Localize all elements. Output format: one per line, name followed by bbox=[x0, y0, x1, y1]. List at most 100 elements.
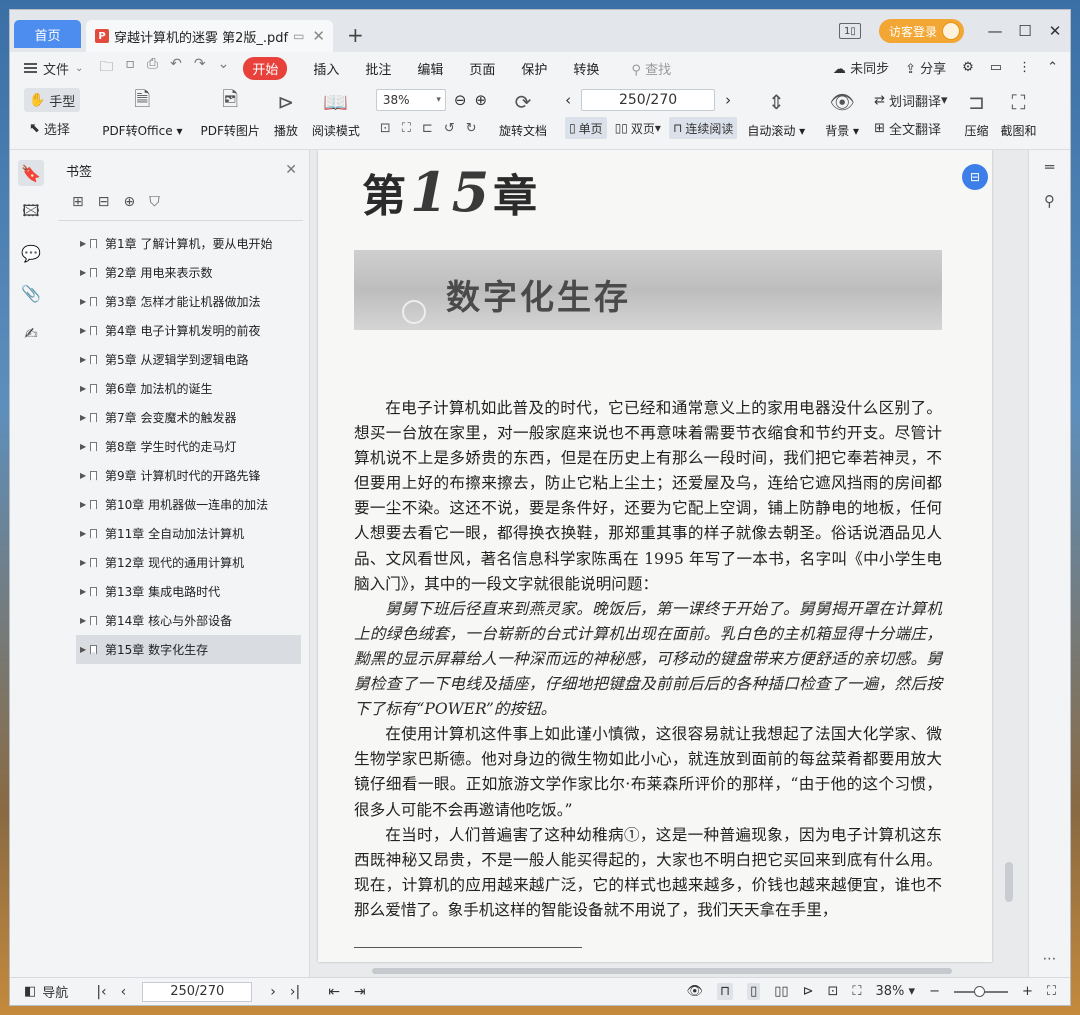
background-button[interactable]: 👁 背景 ▾ bbox=[825, 88, 859, 139]
collapse-all-icon[interactable]: ⊟ bbox=[98, 194, 110, 210]
fit-page-icon[interactable]: ⛶ bbox=[852, 984, 861, 999]
document-view[interactable]: 第15章 数字化生存 在电子计算机如此普及的时代，它已经和通常意义上的家用电器没… bbox=[310, 150, 1028, 977]
share-button[interactable]: ⇪ 分享 bbox=[905, 58, 946, 77]
zoom-slider[interactable] bbox=[953, 985, 1008, 997]
bookmark-item[interactable]: ▶ 第13章 集成电路时代 bbox=[76, 577, 301, 606]
bookmark-item[interactable]: ▶ 第5章 从逻辑学到逻辑电路 bbox=[76, 345, 301, 374]
collapse-ribbon-icon[interactable]: ⌃ bbox=[1047, 60, 1058, 75]
expand-arrow-icon[interactable]: ▶ bbox=[80, 239, 90, 248]
signature-icon[interactable]: ✍ bbox=[18, 320, 44, 346]
expand-arrow-icon[interactable]: ▶ bbox=[80, 616, 90, 625]
hand-tool-button[interactable]: ✋ 手型 bbox=[24, 88, 81, 112]
search-menu[interactable]: ⚲ 查找 bbox=[631, 59, 671, 78]
zoom-out-icon[interactable]: ⊖ bbox=[454, 91, 467, 109]
minimize-button[interactable]: — bbox=[980, 22, 1010, 40]
add-bookmark-icon[interactable]: ⊕ bbox=[123, 194, 135, 210]
close-icon[interactable]: ✕ bbox=[285, 162, 297, 178]
play-button[interactable]: ⊳ 播放 bbox=[274, 88, 298, 139]
full-translate-button[interactable]: ⊞ 全文翻译 bbox=[869, 116, 952, 140]
save-icon[interactable]: ▫ bbox=[125, 56, 135, 80]
bookmark-item[interactable]: ▶ 第1章 了解计算机，要从电开始 bbox=[76, 229, 301, 258]
zoom-out-button[interactable]: − bbox=[929, 984, 940, 999]
dropdown-icon[interactable]: ⌄ bbox=[218, 56, 230, 80]
expand-arrow-icon[interactable]: ▶ bbox=[80, 413, 90, 422]
pdf-to-office-button[interactable]: 🗎 PDF转Office ▾ bbox=[102, 87, 182, 139]
compress-button[interactable]: ⊐ 压缩 bbox=[965, 88, 989, 139]
fit-width-icon[interactable]: ⊏ bbox=[422, 121, 433, 136]
forward-icon[interactable]: ⇥ bbox=[354, 984, 366, 1000]
bookmark-item[interactable]: ▶ 第6章 加法机的诞生 bbox=[76, 374, 301, 403]
redo-icon[interactable]: ↷ bbox=[194, 56, 206, 80]
zoom-slider-knob[interactable] bbox=[973, 985, 985, 997]
expand-arrow-icon[interactable]: ▶ bbox=[80, 529, 90, 538]
expand-arrow-icon[interactable]: ▶ bbox=[80, 297, 90, 306]
sync-status[interactable]: ☁ 未同步 bbox=[833, 58, 889, 77]
horizontal-scrollbar[interactable] bbox=[314, 967, 1010, 975]
rotate-right-icon[interactable]: ↻ bbox=[466, 121, 477, 136]
guest-login-button[interactable]: 访客登录 bbox=[878, 19, 964, 43]
zoom-level[interactable]: 38% ▾ bbox=[876, 984, 916, 999]
bookmark-item[interactable]: ▶ 第9章 计算机时代的开路先锋 bbox=[76, 461, 301, 490]
comment-panel-icon[interactable]: 💬 bbox=[18, 240, 44, 266]
maximize-button[interactable]: ☐ bbox=[1010, 22, 1040, 40]
floating-tool-button[interactable]: ⊟ bbox=[962, 164, 988, 190]
actual-size-icon[interactable]: ⊡ bbox=[380, 121, 391, 136]
tab-document[interactable]: P 穿越计算机的迷雾 第2版_.pdf ▭ ✕ bbox=[86, 20, 333, 52]
scroll-thumb[interactable] bbox=[372, 968, 952, 974]
more-vertical-icon[interactable]: ⋮ bbox=[1018, 60, 1031, 75]
select-tool-button[interactable]: ⬉ 选择 bbox=[24, 116, 80, 140]
bookmark-item[interactable]: ▶ 第14章 核心与外部设备 bbox=[76, 606, 301, 635]
navigation-toggle[interactable]: ◧ 导航 bbox=[24, 982, 68, 1001]
eye-icon[interactable]: 👁 bbox=[686, 984, 703, 999]
rotate-left-icon[interactable]: ↺ bbox=[444, 121, 455, 136]
expand-arrow-icon[interactable]: ▶ bbox=[80, 471, 90, 480]
zoom-in-button[interactable]: + bbox=[1022, 984, 1033, 999]
bookmark-item[interactable]: ▶ 第3章 怎样才能让机器做加法 bbox=[76, 287, 301, 316]
double-page-icon[interactable]: ▯▯ bbox=[774, 984, 788, 999]
single-page-button[interactable]: ▯ 单页 bbox=[565, 117, 607, 139]
fullscreen-icon[interactable]: ⛶ bbox=[1047, 984, 1056, 999]
expand-arrow-icon[interactable]: ▶ bbox=[80, 355, 90, 364]
expand-arrow-icon[interactable]: ▶ bbox=[80, 384, 90, 393]
file-menu[interactable]: 文件 ⌄ bbox=[24, 59, 83, 78]
window-icon[interactable]: ▭ bbox=[293, 29, 304, 43]
bookmark-item[interactable]: ▶ 第4章 电子计算机发明的前夜 bbox=[76, 316, 301, 345]
menu-annotate[interactable]: 批注 bbox=[365, 59, 391, 78]
play-icon[interactable]: ⊳ bbox=[803, 984, 814, 999]
prev-page-icon[interactable]: ‹ bbox=[565, 91, 571, 109]
double-page-button[interactable]: ▯▯ 双页 ▾ bbox=[611, 117, 665, 139]
expand-arrow-icon[interactable]: ▶ bbox=[80, 587, 90, 596]
expand-arrow-icon[interactable]: ▶ bbox=[80, 326, 90, 335]
expand-all-icon[interactable]: ⊞ bbox=[72, 194, 84, 210]
expand-arrow-icon[interactable]: ▶ bbox=[80, 558, 90, 567]
comment-icon[interactable]: ▭ bbox=[990, 60, 1002, 75]
open-folder-icon[interactable]: 🗀 bbox=[99, 56, 113, 80]
bookmark-item[interactable]: ▶ 第12章 现代的通用计算机 bbox=[76, 548, 301, 577]
bookmark-item[interactable]: ▶ 第10章 用机器做一连串的加法 bbox=[76, 490, 301, 519]
tab-home[interactable]: 首页 bbox=[14, 20, 81, 48]
menu-insert[interactable]: 插入 bbox=[313, 59, 339, 78]
next-page-icon[interactable]: › bbox=[270, 984, 276, 1000]
bookmark-icon[interactable]: ⛉ bbox=[149, 194, 160, 210]
more-icon[interactable]: ⋯ bbox=[1043, 951, 1057, 967]
zoom-select[interactable]: 38% ▾ bbox=[375, 89, 446, 111]
word-translate-button[interactable]: ⇄ 划词翻译 ▾ bbox=[869, 88, 952, 112]
zoom-in-icon[interactable]: ⊕ bbox=[474, 91, 487, 109]
bookmark-item[interactable]: ▶ 第2章 用电来表示数 bbox=[76, 258, 301, 287]
bookmark-item[interactable]: ▶ 第7章 会变魔术的触发器 bbox=[76, 403, 301, 432]
auto-scroll-button[interactable]: ⇕ 自动滚动 ▾ bbox=[747, 88, 805, 139]
menu-page[interactable]: 页面 bbox=[469, 59, 495, 78]
continuous-read-button[interactable]: ⊓ 连续阅读 bbox=[668, 117, 738, 139]
settings-icon[interactable]: ⚙ bbox=[962, 60, 974, 75]
bookmark-item[interactable]: ▶ 第8章 学生时代的走马灯 bbox=[76, 432, 301, 461]
last-page-icon[interactable]: ›| bbox=[290, 984, 300, 1000]
continuous-mode-icon[interactable]: ⊓ bbox=[716, 983, 734, 1000]
print-icon[interactable]: ⎙ bbox=[147, 56, 158, 80]
fit-page-icon[interactable]: ⛶ bbox=[402, 121, 411, 136]
first-page-icon[interactable]: |‹ bbox=[96, 984, 106, 1000]
prev-page-icon[interactable]: ‹ bbox=[121, 984, 127, 1000]
menu-protect[interactable]: 保护 bbox=[521, 59, 547, 78]
expand-arrow-icon[interactable]: ▶ bbox=[80, 645, 90, 654]
read-mode-button[interactable]: 📖 阅读模式 bbox=[312, 88, 360, 139]
bookmark-item[interactable]: ▶ 第11章 全自动加法计算机 bbox=[76, 519, 301, 548]
